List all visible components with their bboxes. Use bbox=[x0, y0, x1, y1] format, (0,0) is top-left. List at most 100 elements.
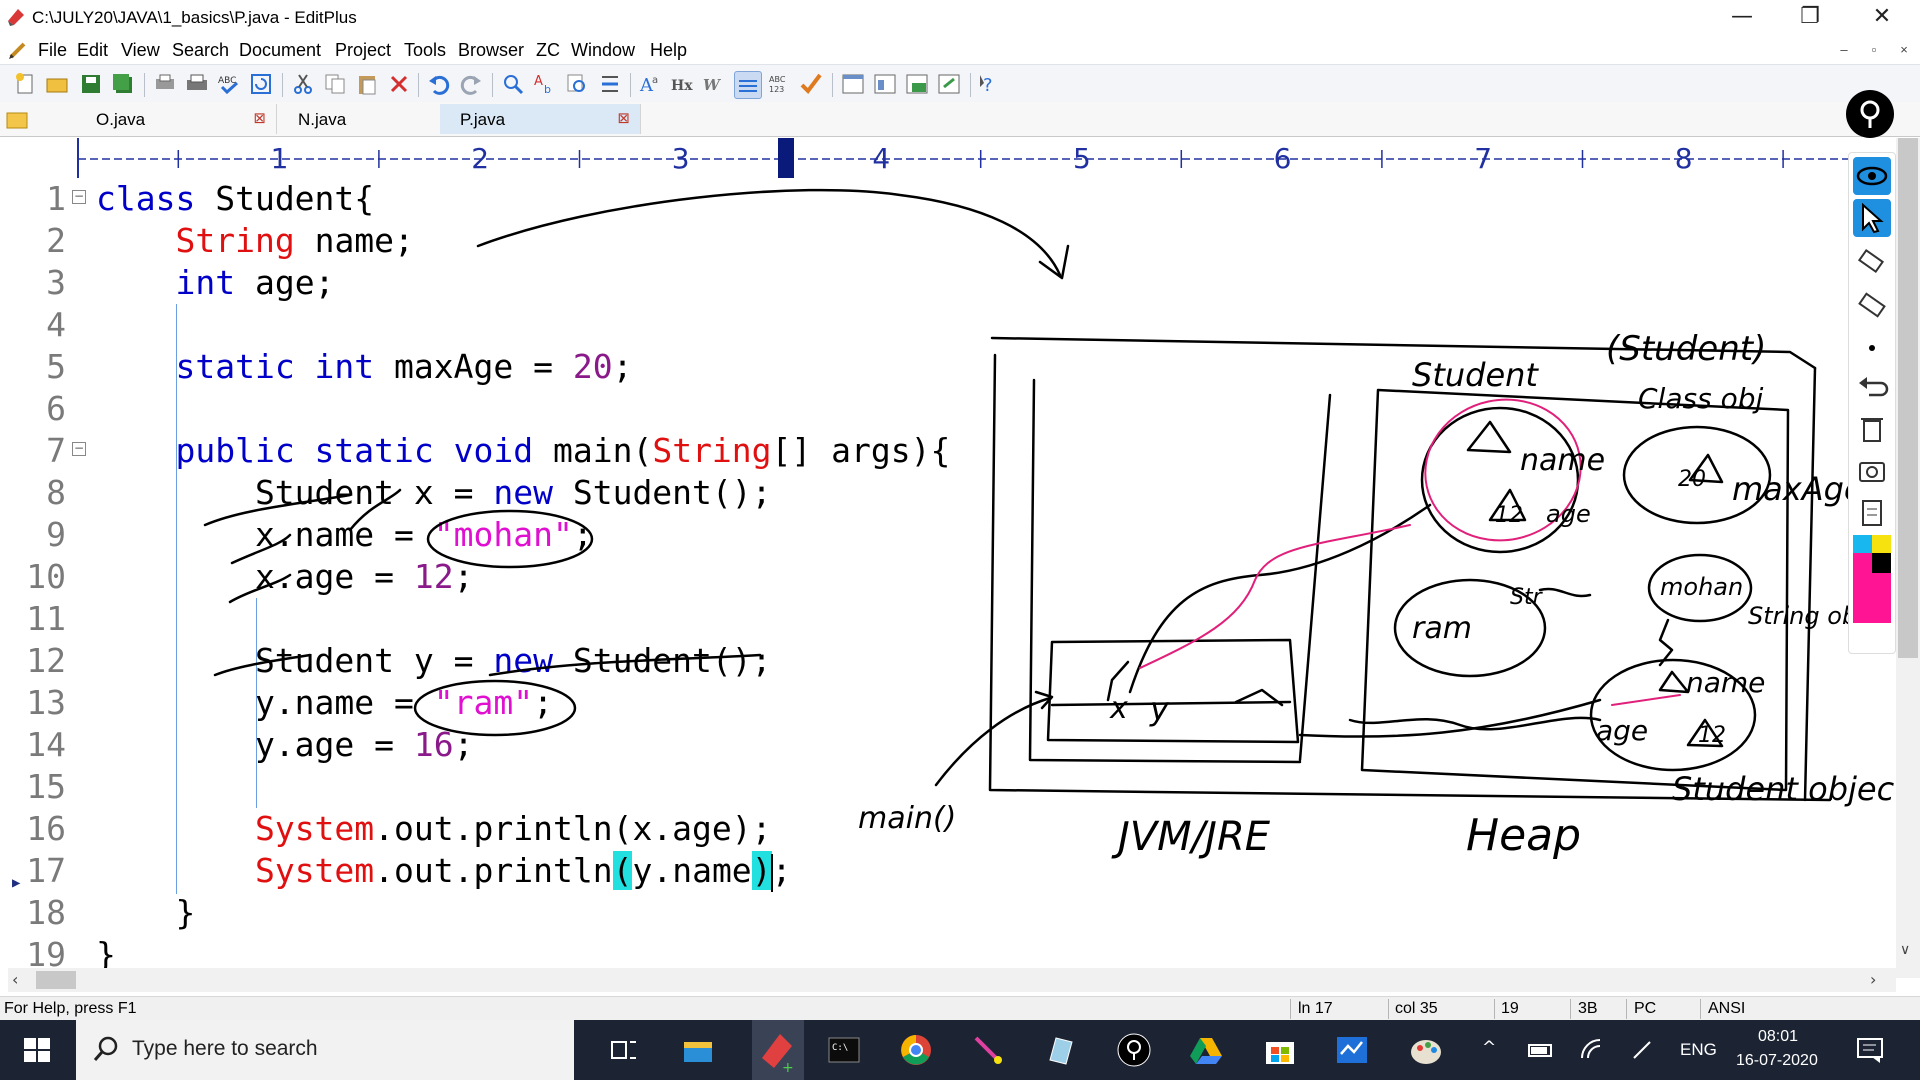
delete-icon[interactable] bbox=[386, 71, 412, 97]
output-window-icon[interactable] bbox=[904, 71, 930, 97]
cliptext-window-icon[interactable] bbox=[872, 71, 898, 97]
tab-p-java[interactable]: P.java ⊠ bbox=[440, 104, 641, 134]
terminal-icon[interactable]: C:\ bbox=[826, 1032, 862, 1068]
code-line[interactable]: 14 y.age = 16; bbox=[0, 724, 1890, 766]
find-icon[interactable] bbox=[500, 71, 526, 97]
chrome-icon[interactable] bbox=[898, 1032, 934, 1068]
check-icon[interactable] bbox=[798, 71, 824, 97]
undo-icon[interactable] bbox=[1853, 367, 1891, 405]
pen-app-icon[interactable] bbox=[970, 1032, 1006, 1068]
menu-tools[interactable]: Tools bbox=[404, 40, 446, 61]
code-line[interactable]: 15 bbox=[0, 766, 1890, 808]
scrollbar-thumb[interactable] bbox=[36, 971, 76, 989]
battery-icon[interactable] bbox=[1526, 1036, 1556, 1064]
windows-start-icon[interactable] bbox=[20, 1032, 56, 1068]
code-line[interactable]: 6 bbox=[0, 388, 1890, 430]
html-toolbar-icon[interactable]: Hx bbox=[670, 71, 696, 97]
tray-chevron-icon[interactable]: ^ bbox=[1482, 1038, 1496, 1058]
code-line[interactable]: 3 int age; bbox=[0, 262, 1890, 304]
pen-app-logo-icon[interactable] bbox=[1846, 90, 1894, 138]
code-line[interactable]: 12 Student y = new Student(); bbox=[0, 640, 1890, 682]
new-file-icon[interactable] bbox=[12, 71, 38, 97]
code-line[interactable]: 1− class Student{ bbox=[0, 178, 1890, 220]
replace-icon[interactable]: Ab bbox=[532, 71, 558, 97]
code-line[interactable]: 13 y.name = "ram"; bbox=[0, 682, 1890, 724]
eraser-icon[interactable] bbox=[1853, 287, 1891, 325]
menu-help[interactable]: Help bbox=[650, 40, 687, 61]
tab-close-icon[interactable]: ⊠ bbox=[617, 109, 630, 127]
menu-project[interactable]: Project bbox=[335, 40, 391, 61]
save-all-icon[interactable] bbox=[110, 71, 136, 97]
menu-browser[interactable]: Browser bbox=[458, 40, 524, 61]
save-icon[interactable] bbox=[78, 71, 104, 97]
mdi-minimize-button[interactable]: – bbox=[1832, 42, 1856, 62]
task-view-icon[interactable] bbox=[606, 1032, 642, 1068]
taskbar-search-box[interactable]: Type here to search bbox=[76, 1020, 574, 1080]
spellcheck-icon[interactable]: ABC bbox=[216, 71, 242, 97]
scroll-left-arrow-icon[interactable]: ‹ bbox=[12, 970, 18, 989]
directory-window-icon[interactable] bbox=[840, 71, 866, 97]
code-line[interactable]: 10 x.age = 12; bbox=[0, 556, 1890, 598]
print-icon[interactable] bbox=[184, 71, 210, 97]
undo-icon[interactable] bbox=[426, 71, 452, 97]
tab-close-icon[interactable]: ⊠ bbox=[253, 109, 266, 127]
paint-icon[interactable] bbox=[1408, 1032, 1444, 1068]
copy-icon[interactable] bbox=[322, 71, 348, 97]
code-line[interactable]: 17 ▶ System.out.println(y.name); bbox=[0, 850, 1890, 892]
pen-tray-icon[interactable] bbox=[1628, 1036, 1658, 1064]
fold-toggle-icon[interactable]: − bbox=[72, 190, 86, 204]
menu-window[interactable]: Window bbox=[571, 40, 635, 61]
wifi-icon[interactable] bbox=[1578, 1036, 1608, 1064]
close-button[interactable]: ✕ bbox=[1852, 0, 1912, 36]
code-line[interactable]: 8 Student x = new Student(); bbox=[0, 472, 1890, 514]
folder-icon[interactable] bbox=[6, 108, 28, 135]
editplus-taskbar-icon[interactable]: + bbox=[752, 1020, 804, 1080]
camera-icon[interactable] bbox=[1853, 451, 1891, 489]
menu-search[interactable]: Search bbox=[172, 40, 229, 61]
refresh-icon[interactable] bbox=[248, 71, 274, 97]
fullscreen-icon[interactable] bbox=[936, 71, 962, 97]
color-palette[interactable] bbox=[1853, 535, 1891, 647]
clock-time[interactable]: 08:01 bbox=[1758, 1028, 1798, 1046]
vertical-scrollbar[interactable]: ∨ bbox=[1896, 138, 1920, 978]
tab-o-java[interactable]: O.java ⊠ bbox=[76, 104, 277, 134]
notifications-icon[interactable] bbox=[1854, 1034, 1886, 1066]
cursor-arrow-icon[interactable] bbox=[1853, 199, 1891, 237]
menu-view[interactable]: View bbox=[121, 40, 160, 61]
file-explorer-icon[interactable] bbox=[680, 1032, 716, 1068]
code-line[interactable]: 9 x.name = "mohan"; bbox=[0, 514, 1890, 556]
scroll-down-arrow-icon[interactable]: ∨ bbox=[1900, 942, 1910, 958]
minimize-button[interactable]: — bbox=[1712, 0, 1772, 36]
scroll-right-arrow-icon[interactable]: › bbox=[1870, 970, 1876, 989]
open-folder-icon[interactable] bbox=[44, 71, 70, 97]
mdi-close-button[interactable]: × bbox=[1892, 42, 1916, 62]
code-line[interactable]: 11 bbox=[0, 598, 1890, 640]
google-drive-icon[interactable] bbox=[1188, 1032, 1224, 1068]
clock-date[interactable]: 16-07-2020 bbox=[1736, 1052, 1818, 1070]
trash-icon[interactable] bbox=[1853, 409, 1891, 447]
code-line[interactable]: 4 bbox=[0, 304, 1890, 346]
code-line[interactable]: 16 System.out.println(x.age); bbox=[0, 808, 1890, 850]
font-icon[interactable]: Aa bbox=[638, 71, 664, 97]
ruler-toggle-icon[interactable]: ABC 123 bbox=[766, 71, 792, 97]
print-preview-icon[interactable] bbox=[152, 71, 178, 97]
whiteboard-icon[interactable] bbox=[1334, 1032, 1370, 1068]
menu-document[interactable]: Document bbox=[239, 40, 321, 61]
bulb-app-icon[interactable] bbox=[1116, 1032, 1152, 1068]
code-line[interactable]: 5 static int maxAge = 20; bbox=[0, 346, 1890, 388]
redo-icon[interactable] bbox=[458, 71, 484, 97]
menu-file[interactable]: File bbox=[38, 40, 67, 61]
line-numbers-toggle-icon[interactable] bbox=[734, 71, 762, 99]
find-in-files-icon[interactable] bbox=[564, 71, 590, 97]
restore-button[interactable]: ❐ bbox=[1780, 0, 1840, 36]
word-wrap-icon[interactable]: W bbox=[702, 71, 728, 97]
pen-size-dot-icon[interactable] bbox=[1853, 329, 1891, 367]
scrollbar-thumb[interactable] bbox=[1898, 138, 1918, 658]
menu-zc[interactable]: ZC bbox=[536, 40, 560, 61]
code-line[interactable]: 19} bbox=[0, 934, 1890, 968]
paste-icon[interactable] bbox=[354, 71, 380, 97]
language-indicator[interactable]: ENG bbox=[1680, 1040, 1717, 1060]
eye-icon[interactable] bbox=[1853, 157, 1891, 195]
code-line[interactable]: 2 String name; bbox=[0, 220, 1890, 262]
code-line[interactable]: 18 } bbox=[0, 892, 1890, 934]
